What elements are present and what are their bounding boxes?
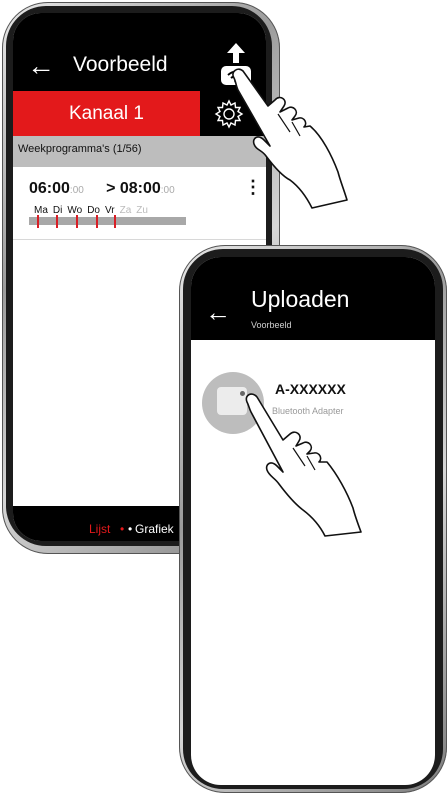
pointing-hand-illustration — [245, 393, 362, 537]
page-subtitle: Voorbeeld — [251, 320, 292, 330]
back-arrow-icon[interactable]: ← — [27, 52, 55, 80]
active-day-marker — [114, 215, 116, 228]
week-program-label: Weekprogramma's (1/56) — [18, 143, 142, 155]
start-time: 06:00 — [29, 180, 70, 197]
start-seconds: :00 — [69, 185, 84, 196]
tab-list[interactable]: Lijst — [89, 522, 110, 536]
active-day-marker — [37, 215, 39, 228]
page-title: Uploaden — [251, 286, 350, 312]
day-label: Za — [119, 205, 132, 216]
page-title: Voorbeeld — [73, 53, 168, 76]
divider — [13, 239, 266, 240]
tab-graph[interactable]: Grafiek — [135, 522, 174, 536]
day-label: Do — [87, 205, 100, 216]
day-label: Wo — [67, 205, 83, 216]
channel-selector[interactable]: Kanaal 1 — [13, 91, 200, 136]
tab-separator: • — [128, 522, 133, 536]
back-arrow-icon[interactable]: ← — [205, 297, 231, 328]
active-day-marker — [76, 215, 78, 228]
tab-separator: • — [120, 522, 125, 536]
day-label: Zu — [136, 205, 148, 216]
active-day-marker — [96, 215, 98, 228]
active-day-marker — [56, 215, 58, 228]
schedule-times[interactable]: 06:00:00 > 08:00:00 — [29, 180, 175, 198]
end-time: > 08:00 — [106, 180, 161, 197]
pointing-hand-illustration — [232, 68, 348, 209]
week-timeline-bar — [29, 217, 186, 225]
end-seconds: :00 — [160, 185, 175, 196]
day-labels: Ma Di Wo Do Vr Za Zu — [34, 205, 153, 216]
